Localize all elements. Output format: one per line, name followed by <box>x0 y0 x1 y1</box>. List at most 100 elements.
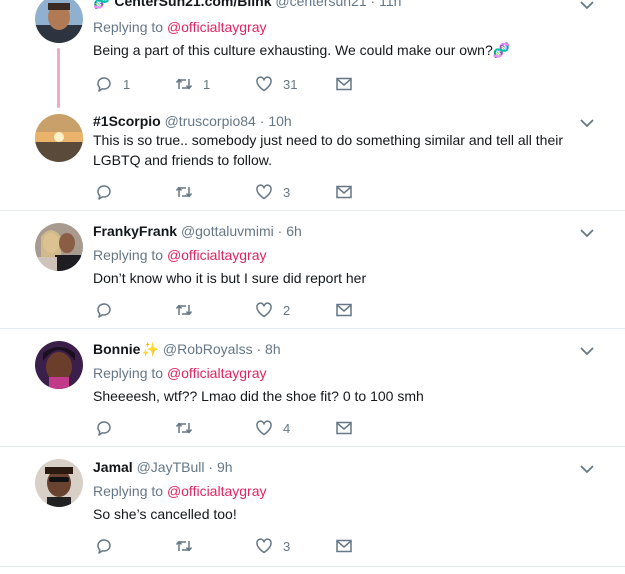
tweet-header: #1Scorpio @truscorpio84 · 10h <box>93 112 292 130</box>
retweet-button[interactable] <box>175 418 203 438</box>
chevron-down-icon[interactable] <box>579 226 595 238</box>
separator-dot: · <box>366 0 380 9</box>
chevron-down-icon[interactable] <box>579 344 595 356</box>
tweet-text: Sheeeesh, wtf?? Lmao did the shoe fit? 0… <box>93 388 424 404</box>
chevron-down-icon[interactable] <box>579 462 595 474</box>
reply-button[interactable]: 1 <box>95 74 130 94</box>
tweet-actions: 2 <box>95 300 365 320</box>
display-name[interactable]: FrankyFrank <box>93 223 177 239</box>
retweet-icon <box>175 304 193 316</box>
reply-button[interactable] <box>95 300 123 320</box>
envelope-icon <box>336 539 352 553</box>
divider <box>0 566 625 567</box>
timestamp[interactable]: 6h <box>286 223 302 239</box>
user-handle[interactable]: @centersun21 <box>275 0 366 9</box>
tweet-header: Jamal @JayTBull · 9h <box>93 458 233 476</box>
retweet-button[interactable] <box>175 182 203 202</box>
reply-button[interactable] <box>95 536 123 556</box>
tweet-text: Being a part of this culture exhausting.… <box>93 40 593 60</box>
link-icon: 🧬 <box>93 0 115 9</box>
reply-icon <box>97 185 111 200</box>
heart-icon <box>256 420 272 436</box>
sparkles-icon: ✨ <box>141 341 159 357</box>
message-button[interactable] <box>335 182 353 202</box>
message-button[interactable] <box>335 74 353 94</box>
thread-connector <box>57 48 60 108</box>
timestamp[interactable]: 9h <box>217 459 233 475</box>
mention-link[interactable]: @officialtaygray <box>167 19 267 35</box>
chevron-down-icon[interactable] <box>579 116 595 128</box>
timestamp[interactable]: 11h <box>379 0 401 9</box>
replying-to: Replying to @officialtaygray <box>93 246 267 264</box>
divider <box>0 210 625 211</box>
reply-count: 1 <box>123 76 131 92</box>
avatar[interactable] <box>35 459 83 507</box>
dna-emoji-icon: 🧬 <box>492 42 511 58</box>
like-button[interactable]: 3 <box>255 536 290 556</box>
display-name[interactable]: #1Scorpio <box>93 113 161 129</box>
reply-button[interactable] <box>95 418 123 438</box>
replying-to-label: Replying to <box>93 19 167 35</box>
reply-button[interactable] <box>95 182 123 202</box>
retweet-button[interactable] <box>175 300 203 320</box>
tweet-actions: 3 <box>95 182 365 202</box>
replying-to-label: Replying to <box>93 483 167 499</box>
display-name[interactable]: Jamal <box>93 459 133 475</box>
like-button[interactable]: 2 <box>255 300 290 320</box>
timestamp[interactable]: 10h <box>268 113 291 129</box>
message-button[interactable] <box>335 536 353 556</box>
tweet-body: Being a part of this culture exhausting.… <box>93 42 493 58</box>
like-count: 31 <box>283 76 298 92</box>
like-button[interactable]: 31 <box>255 74 297 94</box>
tweet-text: This is so true.. somebody just need to … <box>93 132 564 168</box>
display-name[interactable]: Bonnie <box>93 341 140 357</box>
separator-dot: · <box>255 113 269 129</box>
display-name[interactable]: CenterSun21.com/Blink <box>114 0 271 9</box>
replying-to-label: Replying to <box>93 247 167 263</box>
envelope-icon <box>336 77 352 91</box>
reply-icon <box>97 421 111 436</box>
envelope-icon <box>336 185 352 199</box>
user-handle[interactable]: @JayTBull <box>137 459 205 475</box>
like-button[interactable]: 4 <box>255 418 290 438</box>
reply-icon <box>97 303 111 318</box>
divider <box>0 446 625 447</box>
avatar[interactable] <box>35 223 83 271</box>
avatar[interactable] <box>35 0 83 43</box>
user-handle[interactable]: @truscorpio84 <box>165 113 256 129</box>
mention-link[interactable]: @officialtaygray <box>167 247 267 263</box>
message-button[interactable] <box>335 418 353 438</box>
tweet-header: Bonnie✨ @RobRoyalss · 8h <box>93 340 281 358</box>
envelope-icon <box>336 421 352 435</box>
like-count: 2 <box>283 302 291 318</box>
tweet-actions: 4 <box>95 418 365 438</box>
heart-icon <box>256 302 272 318</box>
like-button[interactable]: 3 <box>255 182 290 202</box>
timestamp[interactable]: 8h <box>265 341 281 357</box>
retweet-count: 1 <box>203 76 211 92</box>
mention-link[interactable]: @officialtaygray <box>167 483 267 499</box>
separator-dot: · <box>204 459 217 475</box>
message-button[interactable] <box>335 300 353 320</box>
tweet-text: Don’t know who it is but I sure did repo… <box>93 270 367 286</box>
replying-to: Replying to @officialtaygray <box>93 18 267 36</box>
tweet-text: So she’s cancelled too! <box>93 506 237 522</box>
mention-link[interactable]: @officialtaygray <box>167 365 267 381</box>
envelope-icon <box>336 303 352 317</box>
tweet-header: 🧬 CenterSun21.com/Blink @centersun21 · 1… <box>93 0 401 10</box>
user-handle[interactable]: @RobRoyalss <box>163 341 253 357</box>
retweet-icon <box>175 422 193 434</box>
user-handle[interactable]: @gottaluvmimi <box>181 223 274 239</box>
retweet-button[interactable]: 1 <box>175 74 210 94</box>
divider <box>0 328 625 329</box>
chevron-down-icon[interactable] <box>579 0 595 10</box>
heart-icon <box>256 184 272 200</box>
avatar[interactable] <box>35 341 83 389</box>
retweet-icon <box>175 78 193 90</box>
heart-icon <box>256 76 272 92</box>
avatar[interactable] <box>35 114 83 162</box>
retweet-button[interactable] <box>175 536 203 556</box>
replying-to: Replying to @officialtaygray <box>93 482 267 500</box>
separator-dot: · <box>273 223 287 239</box>
tweet-actions: 1 1 31 <box>95 74 365 94</box>
